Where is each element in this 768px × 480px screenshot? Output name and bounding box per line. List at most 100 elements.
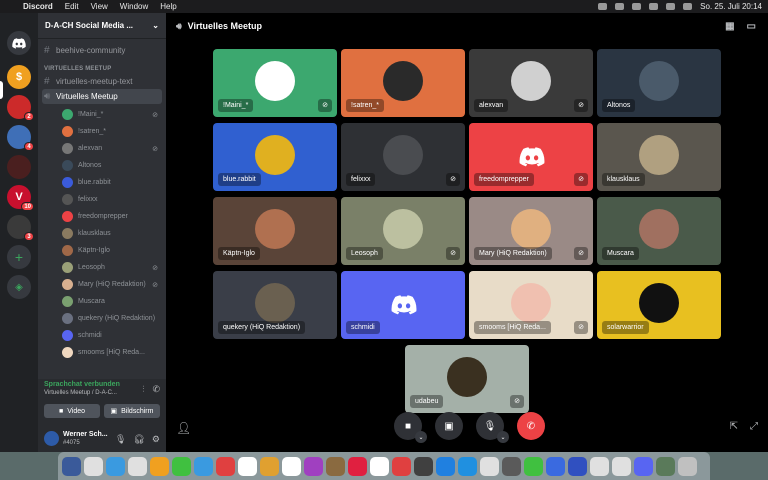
voice-user[interactable]: Mary (HiQ Redaktion) ⊘ [38,276,166,293]
fullscreen-icon[interactable]: ⤢ [750,421,758,432]
participant-tile[interactable]: Muscara [597,197,721,265]
explore-icon[interactable]: ◈ [7,275,31,299]
participant-tile[interactable]: solarwarrior [597,271,721,339]
dock-app-icon[interactable] [656,456,675,476]
participant-tile[interactable]: udabeu ⊘ [405,345,529,413]
dock-app-icon[interactable] [304,456,323,476]
voice-user[interactable]: Muscara [38,293,166,310]
avatar[interactable] [44,431,59,446]
disconnect-button[interactable]: ✆ [517,412,545,440]
voice-user[interactable]: Leosoph ⊘ [38,259,166,276]
participant-tile[interactable]: Leosoph ⊘ [341,197,465,265]
chevron-down-icon[interactable]: ⌄ [497,431,509,443]
voice-user[interactable]: freedomprepper [38,208,166,225]
menu-window[interactable]: Window [120,2,148,11]
dock-app-icon[interactable] [128,456,147,476]
voice-user[interactable]: smooms [HiQ Reda... [38,344,166,361]
chat-toggle-icon[interactable]: ▭ [747,21,756,32]
server-dark-icon[interactable]: 3 [7,215,34,241]
voice-user[interactable]: klausklaus [38,225,166,242]
dock-app-icon[interactable] [216,456,235,476]
popout-icon[interactable]: ⇱ [730,421,738,432]
voice-user[interactable]: !satren_* [38,123,166,140]
dock-app-icon[interactable] [348,456,367,476]
mute-button[interactable]: 🎙︎ ⌄ [476,412,509,443]
gear-icon[interactable]: ⚙ [152,434,160,445]
participant-tile[interactable]: Mary (HiQ Redaktion) ⊘ [469,197,593,265]
server-red-icon[interactable] [7,155,31,179]
participant-tile[interactable]: alexvan ⊘ [469,49,593,117]
server-blue-icon[interactable]: 4 [7,125,34,151]
chevron-down-icon[interactable]: ⌄ [415,431,427,443]
control-center-icon[interactable] [683,3,693,10]
voice-status[interactable]: Sprachchat verbunden [44,381,120,388]
participant-tile[interactable]: quekery (HiQ Redaktion) [213,271,337,339]
voice-location[interactable]: Virtuelles Meetup / D-A-C... [44,390,117,396]
video-button[interactable]: ■ Video [44,404,100,418]
microphone-icon[interactable]: 🎙︎ [115,434,126,445]
participant-tile[interactable]: schmidi [341,271,465,339]
participant-tile[interactable]: !satren_* [341,49,465,117]
tray-icon[interactable] [598,3,608,10]
participant-tile[interactable]: smooms [HiQ Reda... ⊘ [469,271,593,339]
dock-app-icon[interactable] [238,456,257,476]
dock-app-icon[interactable] [84,456,103,476]
channel-meetup-text[interactable]: # virtuelles-meetup-text [38,74,166,89]
participant-tile[interactable]: Käptn-Iglo [213,197,337,265]
dock-app-icon[interactable] [590,456,609,476]
menu-help[interactable]: Help [160,2,176,11]
disconnect-icon[interactable]: ✆ [152,384,160,395]
dock-app-icon[interactable] [282,456,301,476]
dock-app-icon[interactable] [502,456,521,476]
voice-user[interactable]: Altonos [38,157,166,174]
dock-app-icon[interactable] [546,456,565,476]
category-header[interactable]: VIRTUELLES MEETUP [38,58,166,74]
voice-user[interactable]: Käptn-Iglo [38,242,166,259]
participant-tile[interactable]: klausklaus [597,123,721,191]
participant-tile[interactable]: !Maini_* ⊘ [213,49,337,117]
dock-app-icon[interactable] [678,456,697,476]
participant-tile[interactable]: Altonos [597,49,721,117]
voice-channel-meetup[interactable]: 🔊︎ Virtuelles Meetup [42,89,162,104]
tray-icon[interactable] [615,3,625,10]
clock[interactable]: So. 25. Juli 20:14 [700,2,762,11]
menu-edit[interactable]: Edit [65,2,79,11]
tray-icon[interactable] [632,3,642,10]
server-flag-icon[interactable]: 2 [7,95,34,121]
dock-app-icon[interactable] [414,456,433,476]
invite-icon[interactable]: 👤︎ [176,421,191,435]
dock-app-icon[interactable] [106,456,125,476]
dock-app-icon[interactable] [150,456,169,476]
search-icon[interactable] [666,3,676,10]
screen-share-button[interactable]: ▣ Bildschirm [104,404,160,418]
camera-button[interactable]: ■ ⌄ [394,412,427,443]
participant-tile[interactable]: freedomprepper ⊘ [469,123,593,191]
participant-tile[interactable]: blue.rabbit [213,123,337,191]
add-server-icon[interactable]: + [7,245,31,269]
headphones-icon[interactable]: 🎧︎ [133,434,144,445]
dock-app-icon[interactable] [370,456,389,476]
server-v-icon[interactable]: V 10 [7,185,34,211]
dock-app-icon[interactable] [524,456,543,476]
participant-tile[interactable]: felixxx ⊘ [341,123,465,191]
voice-user[interactable]: !Maini_* ⊘ [38,106,166,123]
dock-app-icon[interactable] [634,456,653,476]
dock-app-icon[interactable] [194,456,213,476]
grid-layout-icon[interactable]: ▦ [725,21,734,32]
dock-app-icon[interactable] [260,456,279,476]
dock-app-icon[interactable] [436,456,455,476]
voice-user[interactable]: alexvan ⊘ [38,140,166,157]
dock-app-icon[interactable] [326,456,345,476]
noise-suppression-icon[interactable]: ⫶ [142,384,144,395]
channel-beehive[interactable]: # beehive-community [38,43,166,58]
voice-user[interactable]: felixxx [38,191,166,208]
server-orange-icon[interactable]: $ [7,65,31,89]
wifi-icon[interactable] [649,3,659,10]
dock-app-icon[interactable] [392,456,411,476]
dock-app-icon[interactable] [172,456,191,476]
discord-home-icon[interactable] [7,31,31,55]
menu-view[interactable]: View [91,2,108,11]
menu-app-name[interactable]: Discord [23,2,53,11]
dock-app-icon[interactable] [480,456,499,476]
voice-user[interactable]: schmidi [38,327,166,344]
